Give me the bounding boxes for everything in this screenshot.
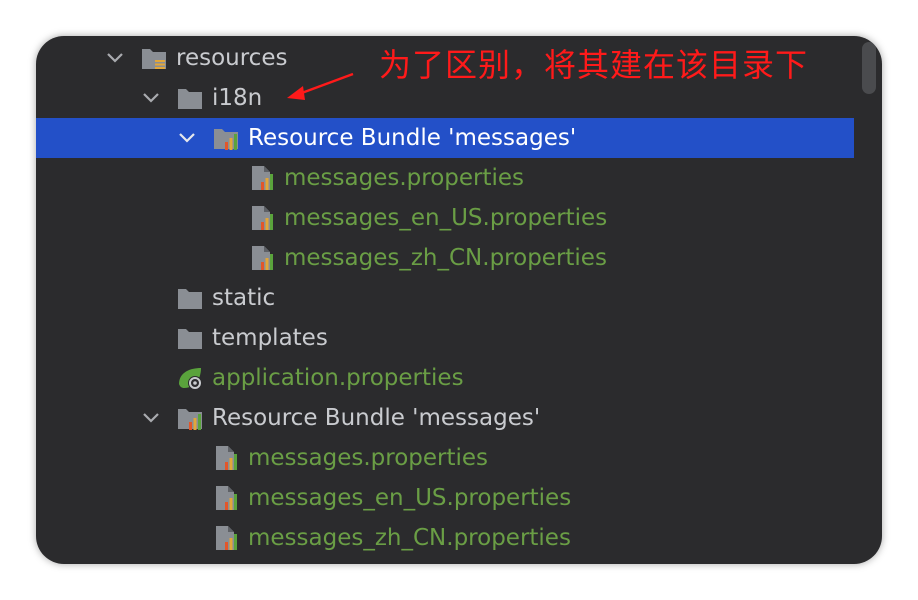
tree-item-messages-en-us-properties[interactable]: messages_en_US.properties [36,198,854,238]
chevron-down-icon[interactable] [176,127,198,149]
tree-item-application-properties[interactable]: application.properties [36,358,854,398]
properties-file-icon [248,204,276,232]
properties-file-icon [248,164,276,192]
tree-item-label: resources [176,45,288,71]
tree-item-label: messages.properties [248,445,489,471]
tree-item-label: messages_en_US.properties [248,485,572,511]
tree-item-messages-properties[interactable]: messages.properties [36,438,854,478]
resource-bundle-icon [176,404,204,432]
folder-icon [176,284,204,312]
tree-item-messages-en-us-properties[interactable]: messages_en_US.properties [36,478,854,518]
properties-file-icon [212,444,240,472]
project-window: resources i18n Resource Bundle 'messages… [36,36,882,564]
vertical-scrollbar[interactable] [862,42,876,94]
tree-item-label: Resource Bundle 'messages' [212,405,541,431]
spring-config-icon [176,364,204,392]
annotation-arrow-icon [287,72,354,100]
tree-item-label: i18n [212,85,263,111]
properties-file-icon [212,524,240,552]
tree-item-label: messages.properties [284,165,525,191]
folder-icon [176,324,204,352]
tree-item-resource-bundle-root[interactable]: Resource Bundle 'messages' [36,398,854,438]
chevron-down-icon[interactable] [104,47,126,69]
tree-item-templates[interactable]: templates [36,318,854,358]
tree-item-label: static [212,285,276,311]
annotation-text: 为了区别，将其建在该目录下 [379,46,809,84]
properties-file-icon [248,244,276,272]
resources-folder-icon [140,44,168,72]
resource-bundle-icon [212,124,240,152]
tree-item-messages-zh-cn-properties[interactable]: messages_zh_CN.properties [36,518,854,558]
tree-item-static[interactable]: static [36,278,854,318]
tree-item-messages-zh-cn-properties[interactable]: messages_zh_CN.properties [36,238,854,278]
tree-item-label: application.properties [212,365,464,391]
project-tree: resources i18n Resource Bundle 'messages… [36,36,854,564]
tree-item-label: messages_zh_CN.properties [248,525,571,551]
tree-item-resource-bundle-nested[interactable]: Resource Bundle 'messages' [36,118,854,158]
tree-item-label: templates [212,325,328,351]
properties-file-icon [212,484,240,512]
tree-item-label: messages_en_US.properties [284,205,608,231]
folder-icon [176,84,204,112]
tree-item-label: Resource Bundle 'messages' [248,125,577,151]
chevron-down-icon[interactable] [140,407,162,429]
tree-item-messages-properties[interactable]: messages.properties [36,158,854,198]
tree-item-label: messages_zh_CN.properties [284,245,607,271]
chevron-down-icon[interactable] [140,87,162,109]
